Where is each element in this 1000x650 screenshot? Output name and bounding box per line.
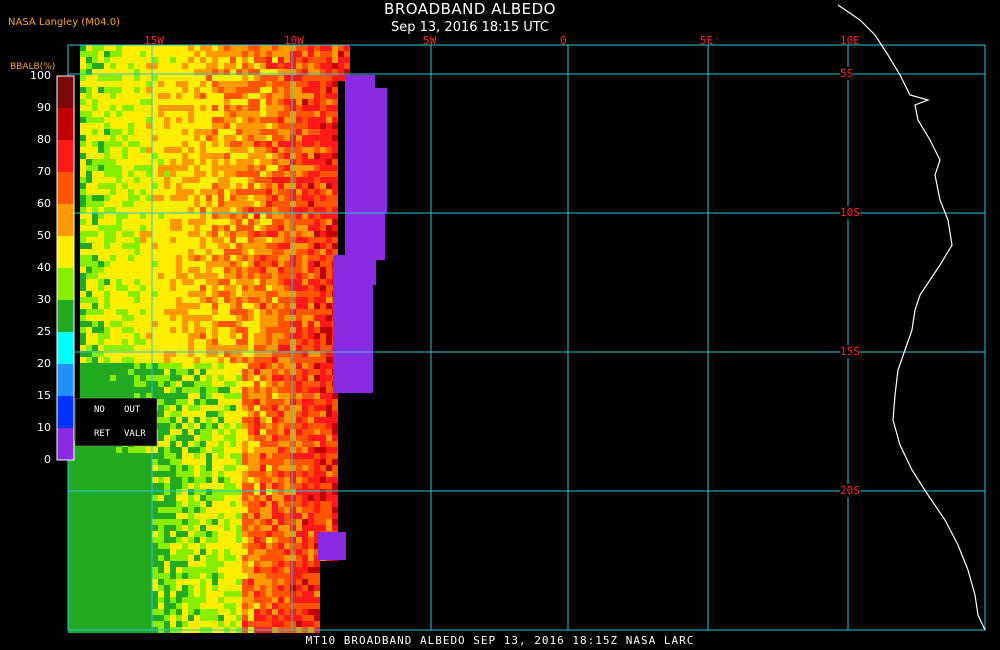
longitude-label: 15W <box>144 34 164 47</box>
latitude-label: 5S <box>840 67 854 80</box>
map-datetime: Sep 13, 2016 18:15 UTC <box>390 20 550 35</box>
albedo-swath <box>68 45 350 633</box>
footer-caption: MT10 BROADBAND ALBEDO SEP 13, 2016 18:15… <box>305 634 695 647</box>
longitude-label: 10E <box>840 34 860 47</box>
colorbar-tick-label: 50 <box>37 229 51 242</box>
longitude-label: 0 <box>560 34 567 47</box>
colorbar <box>56 75 75 461</box>
colorbar-tick-label: 20 <box>37 357 51 370</box>
colorbar-segment <box>57 300 74 332</box>
colorbar-tick-label: 15 <box>37 389 51 402</box>
colorbar-segment <box>57 172 74 204</box>
legend-ret: RET <box>94 429 111 439</box>
colorbar-tick-label: 100 <box>30 69 51 82</box>
latitude-label: 20S <box>840 484 860 497</box>
colorbar-tick-label: 25 <box>37 325 51 338</box>
colorbar-segment <box>57 236 74 268</box>
map-title: BROADBAND ALBEDO <box>384 0 556 18</box>
colorbar-segment <box>57 204 74 236</box>
colorbar-tick-label: 30 <box>37 293 51 306</box>
legend-valr: VALR <box>124 429 146 439</box>
colorbar-segment <box>57 332 74 364</box>
colorbar-tick-label: 10 <box>37 421 51 434</box>
colorbar-tick-label: 70 <box>37 165 51 178</box>
legend-out: OUT <box>124 405 141 415</box>
map-canvas <box>56 4 986 633</box>
colorbar-segment <box>57 76 74 108</box>
colorbar-tick-label: 60 <box>37 197 51 210</box>
colorbar-tick-label: 90 <box>37 101 51 114</box>
colorbar-segment <box>57 140 74 172</box>
colorbar-segment <box>57 108 74 140</box>
latitude-label: 15S <box>840 345 860 358</box>
longitude-label: 10W <box>284 34 304 47</box>
colorbar-tick-label: 0 <box>44 453 51 466</box>
colorbar-segment <box>57 396 74 428</box>
colorbar-tick-label: 80 <box>37 133 51 146</box>
longitude-label: 5W <box>423 34 437 47</box>
colorbar-segment <box>57 364 74 396</box>
longitude-label: 5E <box>700 34 714 47</box>
colorbar-tick-label: 40 <box>37 261 51 274</box>
colorbar-segment <box>57 428 74 460</box>
colorbar-segment <box>57 268 74 300</box>
legend-no: NO <box>94 405 105 415</box>
coastline <box>837 4 986 631</box>
special-values-legend: NO OUT RET VALR <box>75 398 157 446</box>
latitude-label: 10S <box>840 206 860 219</box>
